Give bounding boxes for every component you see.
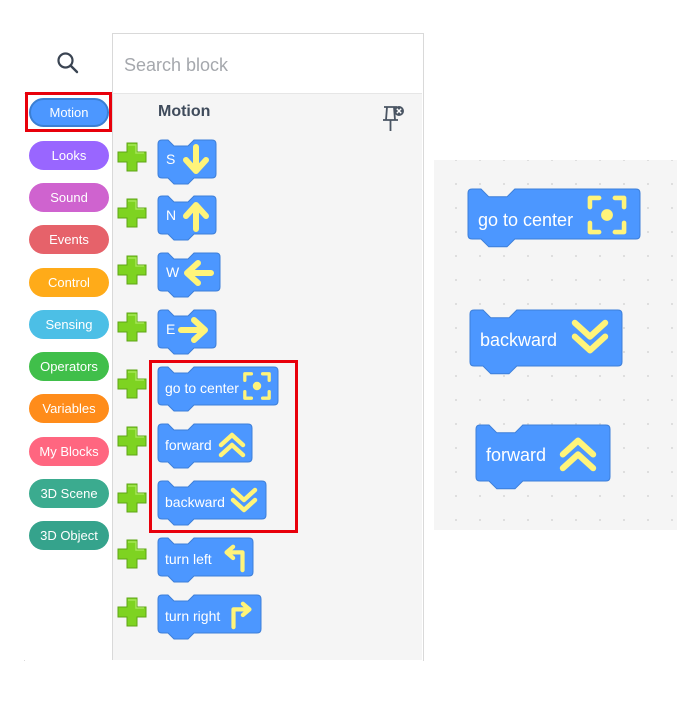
- category-my-blocks-button[interactable]: My Blocks: [29, 437, 109, 466]
- add-block-forward-plus-icon[interactable]: [116, 425, 148, 457]
- add-block-turn-right-plus-icon[interactable]: [116, 596, 148, 628]
- workspace-block-backward[interactable]: backward: [469, 309, 623, 375]
- category-sound-button[interactable]: Sound: [29, 183, 109, 212]
- block-label: forward: [486, 445, 547, 465]
- add-block-s-plus-icon[interactable]: [116, 141, 148, 173]
- motion-category-highlight: [25, 92, 112, 132]
- category-variables-button[interactable]: Variables: [29, 394, 109, 423]
- block-w[interactable]: W: [157, 252, 221, 298]
- block-label: S: [166, 151, 176, 167]
- category-events-button[interactable]: Events: [29, 225, 109, 254]
- block-s[interactable]: S: [157, 139, 218, 185]
- block-label: go to center: [478, 210, 574, 230]
- pin-icon[interactable]: [381, 103, 407, 138]
- category-3d-scene-button[interactable]: 3D Scene: [29, 479, 109, 508]
- block-label: turn left: [165, 551, 212, 567]
- block-label: W: [166, 264, 180, 280]
- category-3d-object-button[interactable]: 3D Object: [29, 521, 109, 550]
- block-label: turn right: [165, 608, 221, 624]
- category-looks-button[interactable]: Looks: [29, 141, 109, 170]
- block-label: backward: [480, 330, 558, 350]
- selected-blocks-highlight: [149, 360, 298, 533]
- add-block-go-to-center-plus-icon[interactable]: [116, 368, 148, 400]
- add-block-w-plus-icon[interactable]: [116, 254, 148, 286]
- add-block-n-plus-icon[interactable]: [116, 197, 148, 229]
- search-icon[interactable]: [24, 33, 112, 93]
- add-block-backward-plus-icon[interactable]: [116, 482, 148, 514]
- search-input[interactable]: [124, 53, 384, 77]
- category-sensing-button[interactable]: Sensing: [29, 310, 109, 339]
- workspace-block-go-to-center[interactable]: go to center: [467, 188, 641, 248]
- block-e[interactable]: E: [157, 309, 217, 355]
- block-turn-right[interactable]: turn right: [157, 594, 262, 640]
- block-label: N: [166, 207, 177, 223]
- block-n[interactable]: N: [157, 195, 218, 241]
- block-label: E: [166, 321, 176, 337]
- add-block-turn-left-plus-icon[interactable]: [116, 538, 148, 570]
- search-bar: [24, 33, 422, 94]
- workspace-block-forward[interactable]: forward: [475, 424, 611, 490]
- category-operators-button[interactable]: Operators: [29, 352, 109, 381]
- palette-title: Motion: [158, 103, 211, 120]
- add-block-e-plus-icon[interactable]: [116, 311, 148, 343]
- block-turn-left[interactable]: turn left: [157, 537, 254, 583]
- category-control-button[interactable]: Control: [29, 268, 109, 297]
